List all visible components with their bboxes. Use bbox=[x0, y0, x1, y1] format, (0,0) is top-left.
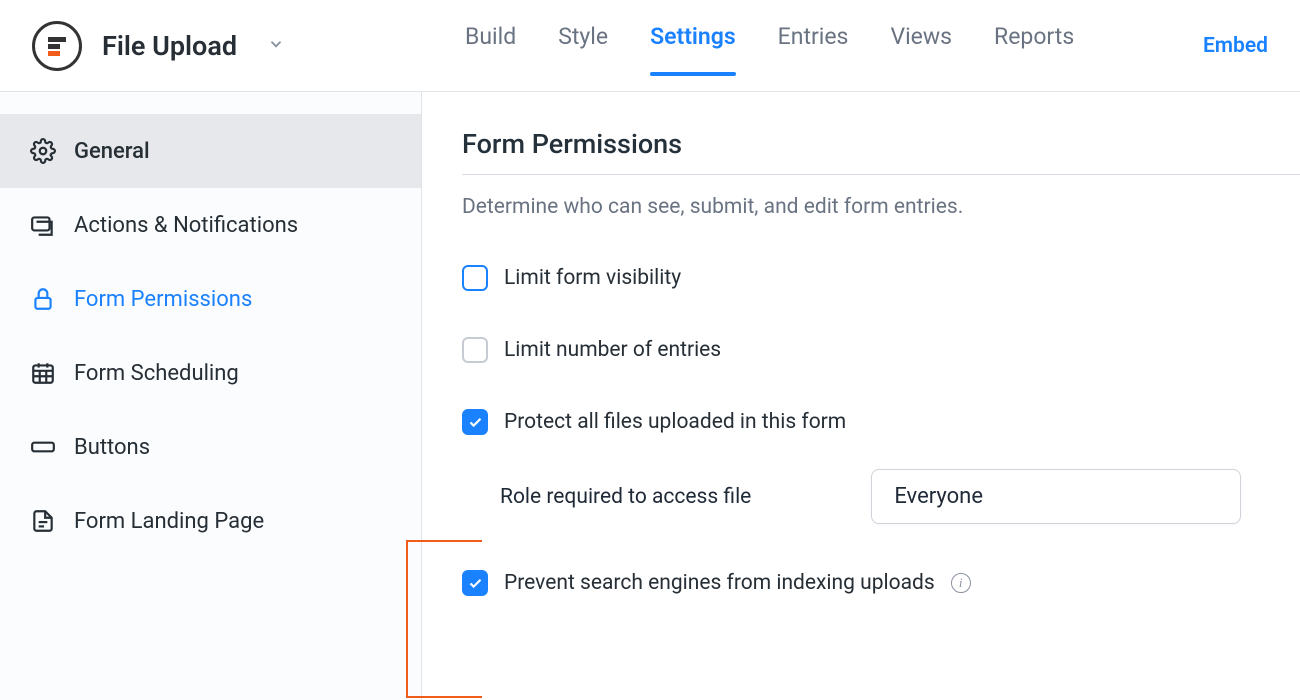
option-label: Protect all files uploaded in this form bbox=[504, 410, 846, 434]
role-select[interactable]: Everyone bbox=[871, 469, 1241, 524]
sidebar-item-label: Actions & Notifications bbox=[74, 213, 298, 238]
tab-views[interactable]: Views bbox=[890, 17, 952, 75]
actions-icon bbox=[30, 212, 56, 238]
option-limit-entries: Limit number of entries bbox=[462, 337, 1300, 363]
checkbox-protect-files[interactable] bbox=[462, 409, 488, 435]
section-title: Form Permissions bbox=[462, 128, 1300, 160]
sidebar-item-scheduling[interactable]: Form Scheduling bbox=[0, 336, 421, 410]
sidebar-item-label: Buttons bbox=[74, 435, 150, 460]
lock-icon bbox=[30, 286, 56, 312]
sidebar-item-landing[interactable]: Form Landing Page bbox=[0, 484, 421, 558]
sidebar-item-label: Form Permissions bbox=[74, 287, 252, 312]
option-label: Limit number of entries bbox=[504, 338, 721, 362]
calendar-icon bbox=[30, 360, 56, 386]
info-icon[interactable]: i bbox=[951, 573, 971, 593]
form-title[interactable]: File Upload bbox=[102, 30, 237, 62]
sidebar-item-actions[interactable]: Actions & Notifications bbox=[0, 188, 421, 262]
checkbox-limit-visibility[interactable] bbox=[462, 265, 488, 291]
embed-link[interactable]: Embed bbox=[1203, 34, 1268, 58]
role-select-value: Everyone bbox=[894, 484, 983, 509]
tab-reports[interactable]: Reports bbox=[994, 17, 1074, 75]
option-prevent-index: Prevent search engines from indexing upl… bbox=[462, 570, 1300, 596]
topbar: File Upload Build Style Settings Entries… bbox=[0, 0, 1300, 92]
tab-entries[interactable]: Entries bbox=[778, 17, 849, 75]
tab-build[interactable]: Build bbox=[465, 17, 516, 75]
section-subtitle: Determine who can see, submit, and edit … bbox=[462, 195, 1300, 219]
role-required-row: Role required to access file Everyone bbox=[500, 469, 1300, 524]
body: General Actions & Notifications Form Per… bbox=[0, 92, 1300, 700]
nav-tabs: Build Style Settings Entries Views Repor… bbox=[465, 17, 1074, 75]
role-label: Role required to access file bbox=[500, 485, 751, 509]
option-protect-files: Protect all files uploaded in this form bbox=[462, 409, 1300, 435]
checkbox-limit-entries[interactable] bbox=[462, 337, 488, 363]
sidebar-item-label: Form Scheduling bbox=[74, 361, 239, 386]
chevron-down-icon[interactable] bbox=[267, 35, 285, 57]
app-logo bbox=[32, 21, 82, 71]
tab-style[interactable]: Style bbox=[558, 17, 608, 75]
sidebar-item-label: Form Landing Page bbox=[74, 509, 264, 534]
checkbox-prevent-index[interactable] bbox=[462, 570, 488, 596]
page-icon bbox=[30, 508, 56, 534]
sidebar-item-label: General bbox=[74, 139, 150, 164]
option-limit-visibility: Limit form visibility bbox=[462, 265, 1300, 291]
button-icon bbox=[30, 434, 56, 460]
option-label: Prevent search engines from indexing upl… bbox=[504, 571, 935, 595]
sidebar-item-buttons[interactable]: Buttons bbox=[0, 410, 421, 484]
tab-settings[interactable]: Settings bbox=[650, 17, 736, 75]
divider bbox=[462, 174, 1300, 175]
main-panel: Form Permissions Determine who can see, … bbox=[422, 92, 1300, 700]
option-label: Limit form visibility bbox=[504, 266, 681, 290]
gear-icon bbox=[30, 138, 56, 164]
sidebar-item-permissions[interactable]: Form Permissions bbox=[0, 262, 421, 336]
sidebar: General Actions & Notifications Form Per… bbox=[0, 92, 422, 700]
sidebar-item-general[interactable]: General bbox=[0, 114, 421, 188]
